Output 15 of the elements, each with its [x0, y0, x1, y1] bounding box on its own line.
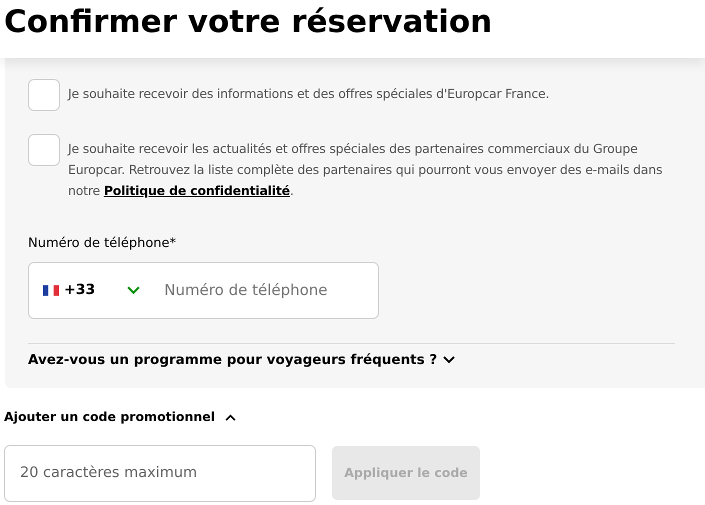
consent-text: Je souhaite recevoir les actualités et offres spéciales des partenaires commerciaux du Groupe Europcar. Retrouvez la liste complète des partenaires qui pourront vous envoyer des e-mails dans notre Politique de confidentialité.: [68, 140, 664, 200]
privacy-policy-link[interactable]: Politique de confidentialité: [104, 183, 290, 198]
consent-text: Je souhaite recevoir des informations et des offres spéciales d'Europcar France.: [68, 85, 550, 103]
frequent-flyer-toggle[interactable]: Avez-vous un programme pour voyageurs fréquents ?: [28, 350, 438, 370]
phone-field[interactable]: +33 Numéro de téléphone: [28, 262, 379, 318]
checkbox[interactable]: [28, 134, 60, 166]
page-title: Confirmer votre réservation: [4, 3, 492, 42]
dropdown-chevron-icon: [127, 286, 140, 294]
phone-label: Numéro de téléphone*: [28, 235, 176, 253]
promo-code-input[interactable]: 20 caractères maximum: [4, 444, 316, 502]
country-code: +33: [64, 280, 96, 300]
promo-code-toggle[interactable]: Ajouter un code promotionnel: [4, 408, 216, 427]
flag-icon: [43, 284, 59, 296]
checkbox[interactable]: [28, 79, 60, 111]
phone-input[interactable]: Numéro de téléphone: [164, 278, 334, 302]
